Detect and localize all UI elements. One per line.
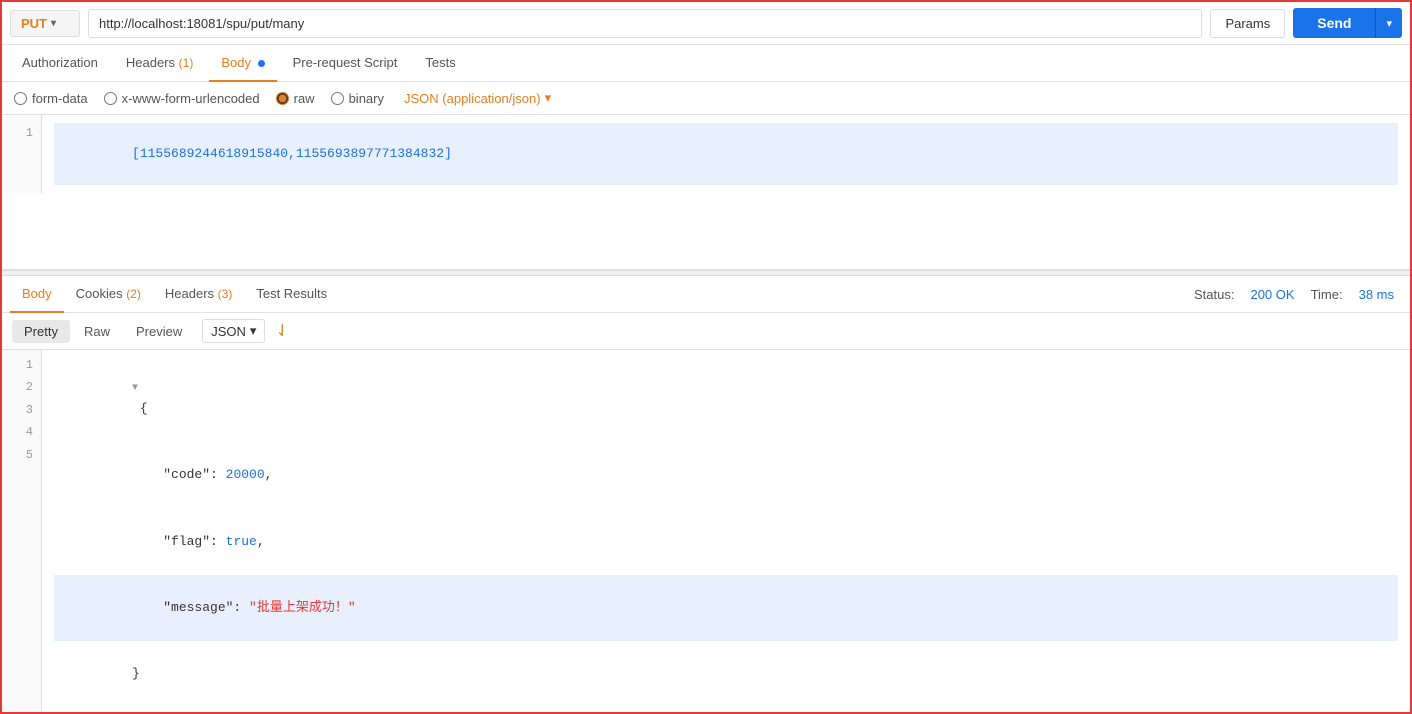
body-dot (258, 60, 265, 67)
params-button[interactable]: Params (1210, 9, 1285, 38)
resp-line-2: "code": 20000, (54, 442, 1398, 508)
json-type-selector[interactable]: JSON (application/json) ▾ (404, 90, 551, 106)
pretty-button[interactable]: Pretty (12, 320, 70, 343)
code-content: [1155689244618915840,1155693897771384832… (42, 115, 1410, 193)
method-text: PUT (21, 16, 47, 31)
tab-pre-request[interactable]: Pre-request Script (281, 45, 410, 82)
resp-line-4: "message": "批量上架成功！" (54, 575, 1398, 641)
response-view-bar: Pretty Raw Preview JSON ▾ ⇃ (2, 313, 1410, 350)
form-data-option[interactable]: form-data (14, 91, 88, 106)
response-tab-cookies[interactable]: Cookies (2) (64, 276, 153, 313)
code-editor[interactable]: 1 [1155689244618915840,11556938977713848… (2, 115, 1410, 270)
resp-line-1: ▼ { (54, 354, 1398, 442)
response-tab-headers[interactable]: Headers (3) (153, 276, 244, 313)
raw-option[interactable]: raw (276, 91, 315, 106)
body-options: form-data x-www-form-urlencoded raw bina… (2, 82, 1410, 115)
response-tabs-bar: Body Cookies (2) Headers (3) Test Result… (2, 276, 1410, 313)
request-tabs: Authorization Headers (1) Body Pre-reque… (2, 45, 1410, 82)
send-dropdown-button[interactable]: ▾ (1375, 8, 1402, 38)
method-selector[interactable]: PUT ▾ (10, 10, 80, 37)
line-numbers: 1 (2, 115, 42, 193)
binary-option[interactable]: binary (331, 91, 384, 106)
tab-body[interactable]: Body (209, 45, 276, 82)
tab-tests[interactable]: Tests (413, 45, 467, 82)
response-line-numbers: 1 2 3 4 5 (2, 350, 42, 712)
wrap-icon[interactable]: ⇃ (275, 321, 288, 341)
json-type-chevron-icon: ▾ (545, 90, 552, 106)
json-selector-chevron-icon: ▾ (250, 323, 257, 339)
response-code-content: ▼ { "code": 20000, "flag": true, "messag… (42, 350, 1410, 712)
url-input[interactable] (88, 9, 1202, 38)
preview-button[interactable]: Preview (124, 320, 194, 343)
response-code: 1 2 3 4 5 ▼ { "code": 20000, "flag": tru… (2, 350, 1410, 712)
method-chevron-icon: ▾ (51, 18, 56, 29)
tab-headers[interactable]: Headers (1) (114, 45, 205, 82)
send-button[interactable]: Send (1293, 8, 1375, 38)
json-format-selector[interactable]: JSON ▾ (202, 319, 265, 343)
resp-line-3: "flag": true, (54, 509, 1398, 575)
raw-button[interactable]: Raw (72, 320, 122, 343)
tab-authorization[interactable]: Authorization (10, 45, 110, 82)
request-bar: PUT ▾ Params Send ▾ (2, 2, 1410, 45)
app-container: PUT ▾ Params Send ▾ Authorization Header… (0, 0, 1412, 714)
response-status-area: Status: 200 OK Time: 38 ms (1186, 287, 1402, 302)
urlencoded-option[interactable]: x-www-form-urlencoded (104, 91, 260, 106)
code-line-1: [1155689244618915840,1155693897771384832… (54, 123, 1398, 185)
response-tab-test-results[interactable]: Test Results (244, 276, 339, 313)
send-btn-group: Send ▾ (1293, 8, 1402, 38)
resp-line-5: } (54, 641, 1398, 707)
collapse-arrow-icon[interactable]: ▼ (132, 383, 138, 394)
response-tab-body[interactable]: Body (10, 276, 64, 313)
